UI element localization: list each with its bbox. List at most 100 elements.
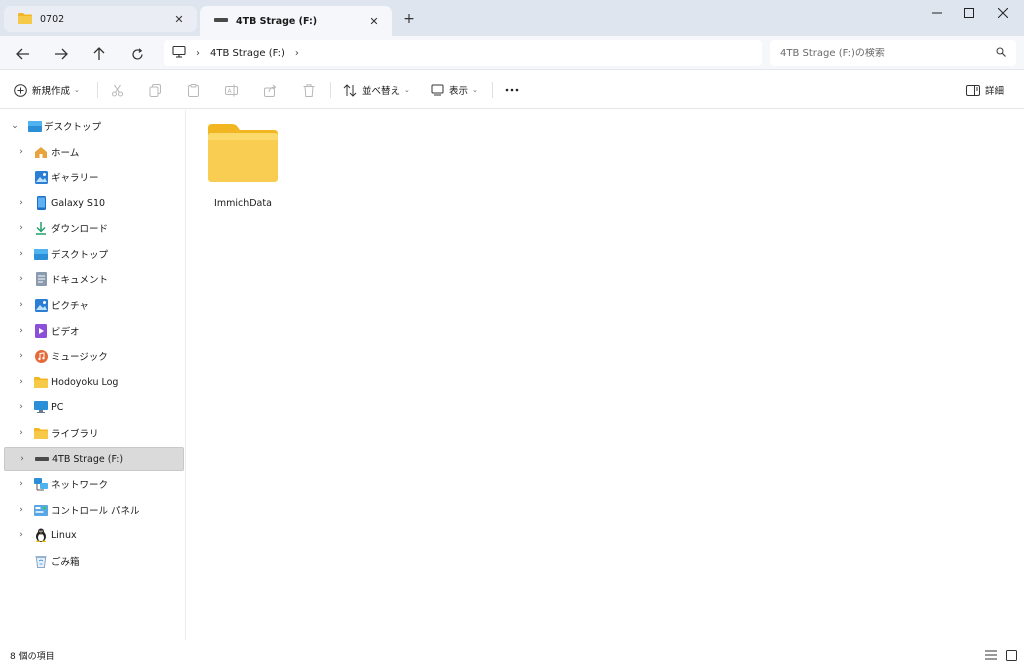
sidebar-item-label: Hodoyoku Log (51, 376, 119, 388)
sidebar-item-documents[interactable]: › ドキュメント (4, 267, 184, 291)
chevron-right-icon[interactable]: › (17, 454, 27, 464)
tab-label: 0702 (40, 13, 65, 25)
trash-icon (303, 83, 315, 97)
document-icon (34, 272, 48, 286)
pc-icon[interactable] (172, 45, 186, 61)
rename-icon: A (225, 84, 238, 96)
chevron-right-icon[interactable]: › (16, 530, 26, 540)
pictures-icon (34, 298, 48, 312)
gallery-icon (34, 170, 48, 184)
sidebar-item-pictures[interactable]: › ピクチャ (4, 293, 184, 317)
sidebar-item-label: ネットワーク (51, 480, 109, 491)
window-close-button[interactable] (986, 0, 1020, 26)
chevron-right-icon[interactable]: › (295, 48, 299, 59)
sidebar-item-downloads[interactable]: › ダウンロード (4, 216, 184, 240)
refresh-button[interactable] (126, 43, 148, 65)
sidebar-item-label: Linux (51, 529, 77, 541)
chevron-right-icon[interactable]: › (196, 48, 200, 59)
breadcrumb[interactable]: 4TB Strage (F:) (210, 48, 285, 59)
share-button[interactable] (264, 80, 277, 100)
more-options-button[interactable] (505, 80, 519, 100)
close-icon[interactable]: ✕ (171, 11, 187, 27)
search-input[interactable] (780, 47, 996, 59)
chevron-right-icon[interactable]: › (16, 326, 26, 336)
sidebar-item-label: デスクトップ (51, 250, 109, 261)
music-icon (34, 349, 48, 363)
sidebar-item-control-panel[interactable]: › コントロール パネル (4, 498, 184, 522)
view-label: 表示 (449, 86, 469, 97)
chevron-right-icon[interactable]: › (16, 223, 26, 233)
tile-view-icon (1005, 649, 1017, 661)
sidebar-item-music[interactable]: › ミュージック (4, 344, 184, 368)
forward-button[interactable] (50, 43, 72, 65)
copy-button[interactable] (149, 80, 162, 100)
share-icon (264, 84, 277, 97)
sidebar-item-4tb-strage[interactable]: › 4TB Strage (F:) (4, 447, 184, 471)
sort-button[interactable]: 並べ替え ⌄ (343, 80, 410, 100)
chevron-right-icon[interactable]: › (16, 274, 26, 284)
desktop-icon (28, 119, 42, 133)
chevron-right-icon[interactable]: › (16, 428, 26, 438)
close-icon[interactable]: ✕ (366, 13, 382, 29)
large-icons-view-button[interactable] (1004, 648, 1018, 662)
rename-button[interactable]: A (225, 80, 239, 100)
sidebar-item-videos[interactable]: › ビデオ (4, 319, 184, 343)
tab-0702[interactable]: 0702 ✕ (4, 6, 197, 32)
new-tab-button[interactable]: + (400, 10, 418, 28)
chevron-right-icon[interactable]: › (16, 300, 26, 310)
sidebar-item-network[interactable]: › ネットワーク (4, 472, 184, 496)
sidebar-item-libraries[interactable]: › ライブラリ (4, 421, 184, 445)
plus-circle-icon (14, 83, 27, 97)
cut-button[interactable] (111, 80, 124, 100)
search-icon[interactable] (996, 46, 1006, 60)
chevron-right-icon[interactable]: › (16, 198, 26, 208)
sidebar-item-gallery[interactable]: ギャラリー (4, 165, 184, 189)
copy-icon (149, 83, 161, 97)
sidebar-item-desktop-root[interactable]: ⌄ デスクトップ (4, 114, 184, 138)
sidebar-item-label: ビデオ (51, 327, 80, 338)
sidebar-item-home[interactable]: › ホーム (4, 140, 184, 164)
linux-icon (34, 528, 48, 542)
sidebar-item-desktop[interactable]: › デスクトップ (4, 242, 184, 266)
arrow-right-icon (55, 48, 68, 60)
chevron-right-icon[interactable]: › (16, 479, 26, 489)
back-button[interactable] (12, 43, 34, 65)
view-button[interactable]: 表示 ⌄ (431, 80, 478, 100)
details-view-button[interactable] (984, 648, 998, 662)
sidebar-item-hodoyoku-log[interactable]: › Hodoyoku Log (4, 370, 184, 394)
video-icon (34, 324, 48, 338)
chevron-right-icon[interactable]: › (16, 377, 26, 387)
chevron-right-icon[interactable]: › (16, 249, 26, 259)
sidebar-item-label: ギャラリー (51, 173, 99, 184)
details-label: 詳細 (985, 86, 1005, 97)
sidebar-item-galaxy-s10[interactable]: › Galaxy S10 (4, 191, 184, 215)
drive-icon (35, 452, 49, 466)
sidebar-item-label: ごみ箱 (51, 557, 80, 568)
drive-icon (214, 16, 228, 27)
sidebar-item-linux[interactable]: › Linux (4, 523, 184, 547)
minimize-button[interactable] (920, 0, 954, 26)
chevron-right-icon[interactable]: › (16, 351, 26, 361)
maximize-button[interactable] (952, 0, 986, 26)
new-button[interactable]: 新規作成 ⌄ (14, 80, 80, 100)
arrow-left-icon (16, 48, 29, 60)
paste-button[interactable] (187, 80, 200, 100)
sidebar-item-label: コントロール パネル (51, 506, 140, 517)
title-bar: 0702 ✕ 4TB Strage (F:) ✕ + (0, 0, 1024, 36)
up-button[interactable] (88, 43, 110, 65)
sidebar-item-label: ミュージック (51, 352, 108, 363)
search-box[interactable] (770, 40, 1016, 66)
chevron-right-icon[interactable]: › (16, 505, 26, 515)
chevron-right-icon[interactable]: › (16, 147, 26, 157)
delete-button[interactable] (303, 80, 315, 100)
folder-icon (34, 375, 48, 389)
chevron-right-icon[interactable]: › (16, 402, 26, 412)
list-item[interactable]: ImmichData (205, 122, 281, 218)
chevron-down-icon[interactable]: ⌄ (10, 121, 20, 131)
tab-4tb-strage[interactable]: 4TB Strage (F:) ✕ (200, 6, 392, 36)
details-pane-button[interactable]: 詳細 (966, 80, 1004, 100)
address-path[interactable]: › 4TB Strage (F:) › (164, 40, 762, 66)
sidebar-item-recycle-bin[interactable]: ごみ箱 (4, 549, 184, 573)
sort-label: 並べ替え (362, 86, 401, 97)
sidebar-item-pc[interactable]: › PC (4, 395, 184, 419)
